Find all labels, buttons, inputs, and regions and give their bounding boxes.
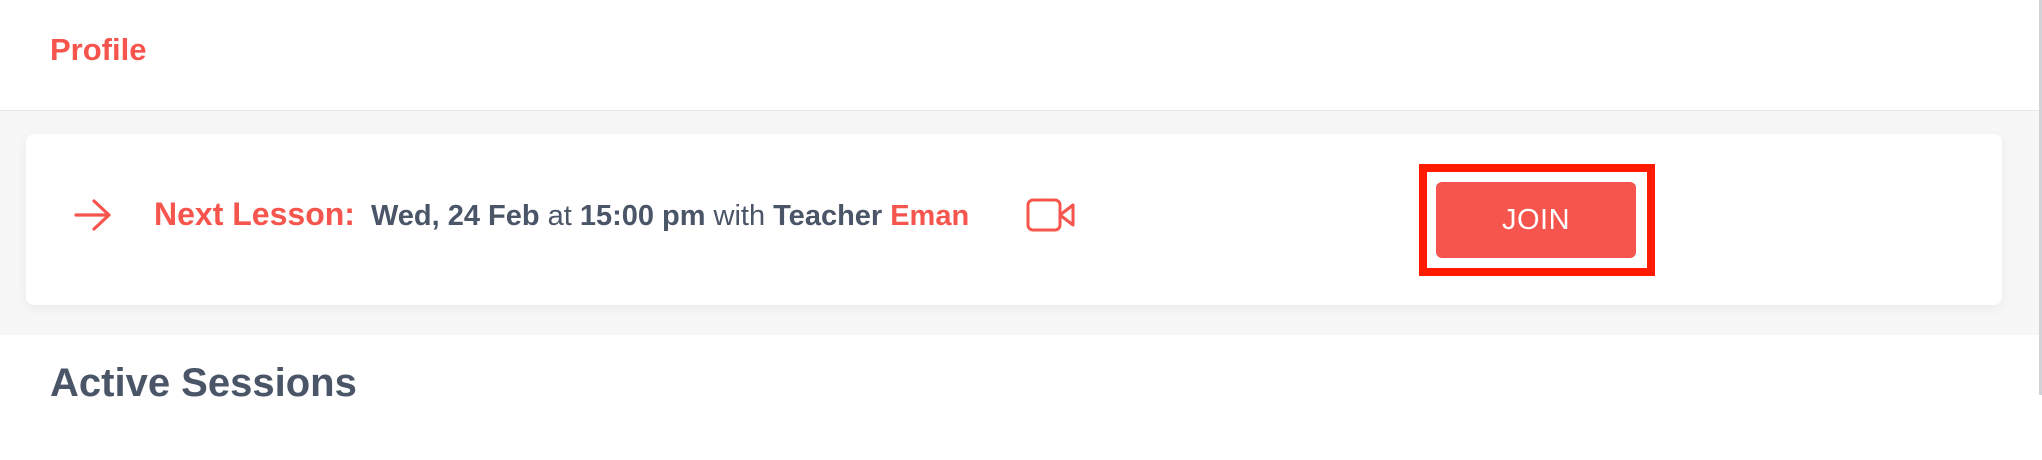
page: Profile Next Lesson: Wed, 24 Feb at 15:0… xyxy=(0,0,2042,460)
video-camera-icon[interactable] xyxy=(1026,197,1076,233)
profile-link[interactable]: Profile xyxy=(50,30,146,70)
top-header: Profile xyxy=(0,0,2042,111)
active-sessions-title: Active Sessions xyxy=(50,361,357,398)
join-button[interactable]: JOIN xyxy=(1436,182,1636,258)
next-lesson-label: Next Lesson: xyxy=(154,196,355,232)
arrow-right-icon xyxy=(74,199,111,231)
next-lesson-details: Next Lesson: Wed, 24 Feb at 15:00 pm wit… xyxy=(154,196,969,240)
teacher-label: Teacher xyxy=(773,200,883,232)
teacher-name: Eman xyxy=(890,200,970,232)
with-text: with xyxy=(713,200,766,232)
lesson-time: 15:00 pm xyxy=(579,200,706,232)
at-text: at xyxy=(547,200,572,232)
lesson-date: Wed, 24 Feb xyxy=(370,200,540,232)
